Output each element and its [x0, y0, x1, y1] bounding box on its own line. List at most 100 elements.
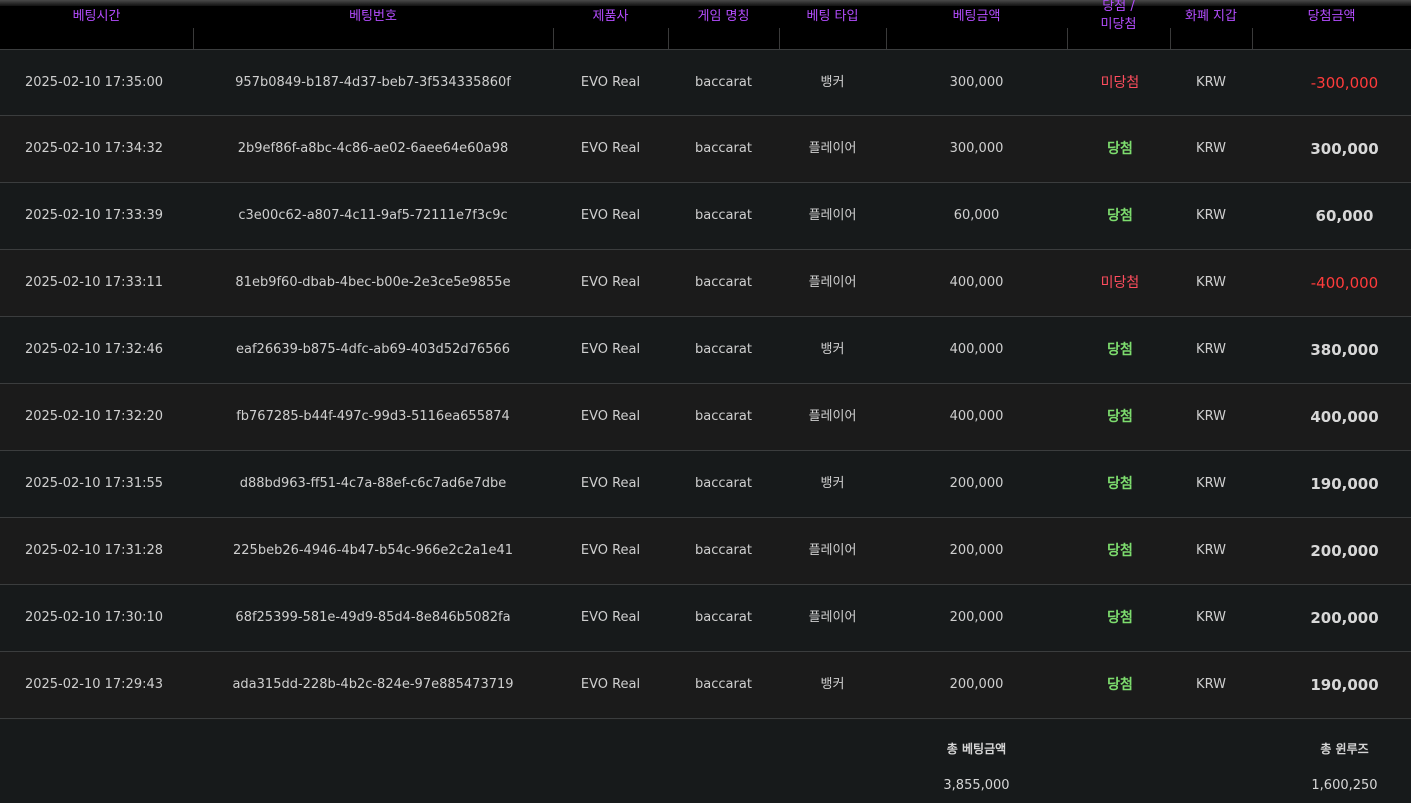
header-bet-amount-label: 베팅금액 [952, 9, 1001, 24]
cell-bet-id: c3e00c62-a807-4c11-9af5-72111e7f3c9c [238, 208, 508, 223]
cell-provider: EVO Real [580, 409, 641, 424]
cell-bet-type: 플레이어 [808, 409, 857, 424]
cell-win-amount: -300,000 [1310, 74, 1379, 92]
cell-game-name: baccarat [695, 342, 752, 357]
cell-win-amount: 300,000 [1310, 140, 1379, 158]
cell-bet-amount: 200,000 [949, 677, 1004, 692]
header-bet-amount[interactable]: 베팅금액 [886, 6, 1067, 49]
cell-currency: KRW [1196, 342, 1226, 357]
table-row[interactable]: 2025-02-10 17:30:10 68f25399-581e-49d9-85… [0, 585, 1411, 652]
cell-bet-id: 68f25399-581e-49d9-85d4-8e846b5082fa [235, 610, 511, 625]
header-result-label: 당첨 / 미당첨 [1100, 0, 1137, 32]
total-bet-value: 3,855,000 [943, 778, 1010, 793]
table-row[interactable]: 2025-02-10 17:33:11 81eb9f60-dbab-4bec-b0… [0, 250, 1411, 317]
cell-win-amount: 60,000 [1315, 207, 1374, 225]
cell-win-amount: 190,000 [1310, 475, 1379, 493]
header-provider-label: 제품사 [592, 9, 629, 24]
cell-result: 당첨 [1107, 342, 1133, 358]
header-game-name[interactable]: 게임 명칭 [668, 6, 779, 49]
cell-result: 미당첨 [1100, 275, 1140, 291]
header-bet-time-label: 베팅시간 [72, 9, 121, 24]
table-header: 베팅시간 베팅번호 제품사 게임 명칭 베팅 타입 베팅금액 당첨 / 미당첨 … [0, 0, 1411, 49]
header-currency-label: 화폐 지갑 [1185, 9, 1237, 24]
table-row[interactable]: 2025-02-10 17:31:55 d88bd963-ff51-4c7a-88… [0, 451, 1411, 518]
cell-provider: EVO Real [580, 610, 641, 625]
header-bet-id[interactable]: 베팅번호 [193, 6, 553, 49]
cell-win-amount: 190,000 [1310, 676, 1379, 694]
cell-result: 당첨 [1107, 409, 1133, 425]
cell-bet-amount: 200,000 [949, 476, 1004, 491]
cell-result: 당첨 [1107, 610, 1133, 626]
cell-win-amount: 380,000 [1310, 341, 1379, 359]
header-currency[interactable]: 화폐 지갑 [1170, 6, 1252, 49]
cell-bet-type: 플레이어 [808, 208, 857, 223]
cell-bet-time: 2025-02-10 17:32:20 [24, 409, 164, 424]
cell-currency: KRW [1196, 208, 1226, 223]
header-provider[interactable]: 제품사 [553, 6, 668, 49]
table-row[interactable]: 2025-02-10 17:35:00 957b0849-b187-4d37-be… [0, 49, 1411, 116]
cell-game-name: baccarat [695, 476, 752, 491]
cell-bet-type: 뱅커 [820, 342, 845, 357]
cell-bet-time: 2025-02-10 17:31:55 [24, 476, 164, 491]
cell-bet-amount: 400,000 [949, 275, 1004, 290]
cell-game-name: baccarat [695, 141, 752, 156]
cell-bet-type: 뱅커 [820, 677, 845, 692]
cell-bet-time: 2025-02-10 17:34:32 [24, 141, 164, 156]
header-win-amount[interactable]: 당첨금액 [1252, 6, 1411, 49]
table-row[interactable]: 2025-02-10 17:34:32 2b9ef86f-a8bc-4c86-ae… [0, 116, 1411, 183]
cell-result: 미당첨 [1100, 75, 1140, 91]
cell-provider: EVO Real [580, 677, 641, 692]
total-bet-label: 총 베팅금액 [946, 742, 1007, 756]
cell-result: 당첨 [1107, 141, 1133, 157]
cell-bet-type: 플레이어 [808, 543, 857, 558]
cell-provider: EVO Real [580, 342, 641, 357]
table-row[interactable]: 2025-02-10 17:32:20 fb767285-b44f-497c-99… [0, 384, 1411, 451]
cell-result: 당첨 [1107, 543, 1133, 559]
cell-currency: KRW [1196, 75, 1226, 90]
header-result[interactable]: 당첨 / 미당첨 [1067, 0, 1170, 49]
cell-bet-id: 957b0849-b187-4d37-beb7-3f534335860f [235, 75, 511, 90]
cell-currency: KRW [1196, 677, 1226, 692]
cell-currency: KRW [1196, 275, 1226, 290]
cell-bet-time: 2025-02-10 17:33:11 [24, 275, 164, 290]
table-row[interactable]: 2025-02-10 17:29:43 ada315dd-228b-4b2c-82… [0, 652, 1411, 719]
cell-bet-amount: 200,000 [949, 610, 1004, 625]
cell-provider: EVO Real [580, 275, 641, 290]
cell-bet-type: 뱅커 [820, 75, 845, 90]
cell-provider: EVO Real [580, 543, 641, 558]
cell-win-amount: 200,000 [1310, 609, 1379, 627]
total-winloss-value: 1,600,250 [1311, 778, 1378, 793]
cell-bet-id: ada315dd-228b-4b2c-824e-97e885473719 [232, 677, 514, 692]
cell-bet-time: 2025-02-10 17:33:39 [24, 208, 164, 223]
cell-win-amount: 400,000 [1310, 408, 1379, 426]
cell-bet-time: 2025-02-10 17:32:46 [24, 342, 164, 357]
cell-bet-amount: 400,000 [949, 409, 1004, 424]
cell-bet-time: 2025-02-10 17:29:43 [24, 677, 164, 692]
cell-bet-id: d88bd963-ff51-4c7a-88ef-c6c7ad6e7dbe [239, 476, 507, 491]
cell-bet-amount: 300,000 [949, 75, 1004, 90]
cell-bet-id: eaf26639-b875-4dfc-ab69-403d52d76566 [236, 342, 510, 357]
cell-game-name: baccarat [695, 75, 752, 90]
table-row[interactable]: 2025-02-10 17:32:46 eaf26639-b875-4dfc-ab… [0, 317, 1411, 384]
header-bet-time[interactable]: 베팅시간 [0, 6, 193, 49]
header-bet-id-label: 베팅번호 [349, 9, 397, 24]
cell-bet-type: 플레이어 [808, 275, 857, 290]
cell-bet-type: 플레이어 [808, 141, 857, 156]
cell-game-name: baccarat [695, 208, 752, 223]
cell-bet-type: 플레이어 [808, 610, 857, 625]
cell-win-amount: 200,000 [1310, 542, 1379, 560]
cell-provider: EVO Real [580, 208, 641, 223]
total-winloss-label: 총 윈루즈 [1320, 742, 1369, 756]
cell-game-name: baccarat [695, 409, 752, 424]
table-row[interactable]: 2025-02-10 17:33:39 c3e00c62-a807-4c11-9a… [0, 183, 1411, 250]
header-game-name-label: 게임 명칭 [697, 9, 750, 24]
cell-bet-id: 2b9ef86f-a8bc-4c86-ae02-6aee64e60a98 [237, 141, 509, 156]
cell-bet-amount: 400,000 [949, 342, 1004, 357]
cell-result: 당첨 [1107, 476, 1133, 492]
table-row[interactable]: 2025-02-10 17:31:28 225beb26-4946-4b47-b5… [0, 518, 1411, 585]
cell-game-name: baccarat [695, 543, 752, 558]
cell-bet-time: 2025-02-10 17:30:10 [24, 610, 164, 625]
cell-win-amount: -400,000 [1310, 274, 1379, 292]
cell-game-name: baccarat [695, 677, 752, 692]
header-bet-type[interactable]: 베팅 타입 [779, 6, 886, 49]
